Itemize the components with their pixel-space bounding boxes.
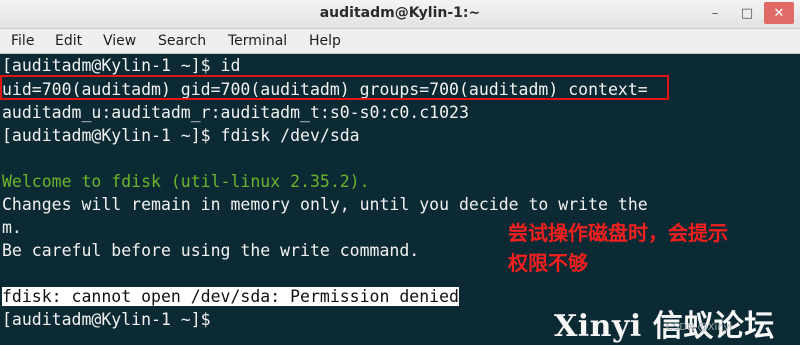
terminal-line: Changes will remain in memory only, unti… (2, 195, 648, 214)
terminal-line: Be careful before using the write comman… (2, 241, 420, 260)
highlight-box (0, 75, 669, 100)
minimize-button[interactable]: – (700, 2, 730, 24)
window-title: auditadm@Kylin-1:~ (319, 5, 481, 21)
annotation-line-1: 尝试操作磁盘时，会提示 (508, 221, 728, 245)
close-icon: ✕ (773, 5, 785, 21)
close-button[interactable]: ✕ (764, 2, 794, 24)
terminal-line: [auditadm@Kylin-1 ~]$ fdisk /dev/sda (2, 126, 360, 145)
menu-edit[interactable]: Edit (55, 33, 82, 49)
maximize-button[interactable]: □ (732, 2, 762, 24)
maximize-icon: □ (740, 5, 754, 21)
error-highlight: fdisk: cannot open /dev/sda: Permission … (2, 287, 459, 306)
menu-terminal[interactable]: Terminal (228, 33, 287, 49)
watermark-small: CSDN @Xinyi (666, 322, 733, 333)
terminal-prompt: [auditadm@Kylin-1 ~]$ (2, 310, 211, 329)
terminal-line: auditadm_u:auditadm_r:auditadm_t:s0-s0:c… (2, 103, 469, 122)
menu-help[interactable]: Help (309, 33, 341, 49)
terminal-line-error: fdisk: cannot open /dev/sda: Permission … (2, 285, 459, 308)
menu-view[interactable]: View (103, 33, 136, 49)
menu-file[interactable]: File (11, 33, 34, 49)
terminal-line: m. (2, 218, 22, 237)
terminal-line-welcome: Welcome to fdisk (util-linux 2.35.2). (2, 172, 370, 191)
title-bar: auditadm@Kylin-1:~ – □ ✕ (0, 0, 800, 29)
annotation-note: 尝试操作磁盘时，会提示 权限不够 (508, 218, 728, 278)
annotation-line-2: 权限不够 (508, 251, 588, 275)
menu-bar: File Edit View Search Terminal Help (0, 29, 800, 54)
minimize-icon: – (711, 5, 719, 21)
watermark-logo: Xinyi 信蚁论坛 (554, 309, 775, 344)
menu-search[interactable]: Search (158, 33, 206, 49)
terminal-line: [auditadm@Kylin-1 ~]$ id (2, 56, 241, 75)
